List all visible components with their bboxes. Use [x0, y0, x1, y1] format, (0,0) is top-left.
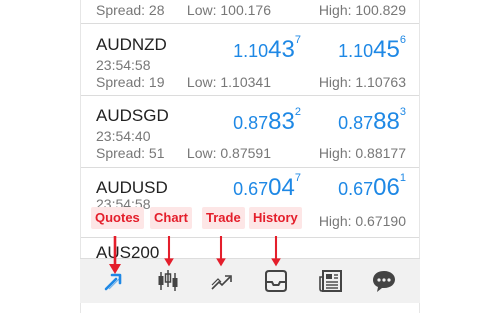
ask-price-pips: 88 — [373, 108, 400, 135]
ask-price-fraction: 1 — [399, 172, 406, 184]
bid-price-fraction: 2 — [294, 106, 301, 118]
bid-price-pips: 83 — [268, 108, 295, 135]
annotation-quotes-label: Quotes — [91, 207, 144, 229]
ask-price[interactable]: 0.87883 — [338, 106, 406, 136]
quote-high: High: 0.88177 — [318, 145, 406, 161]
ask-price-pips: 45 — [373, 36, 400, 63]
quote-spread: Spread: 28 — [96, 2, 165, 18]
quote-spread: Spread: 51 — [96, 145, 165, 161]
quote-spread: Spread: 19 — [96, 74, 165, 90]
quote-low: Low: 1.10341 — [186, 74, 271, 90]
annotation-arrow-quotes — [109, 236, 121, 274]
bid-price-prefix: 0.67 — [233, 179, 269, 199]
trade-icon[interactable] — [208, 267, 236, 295]
bid-price[interactable]: 0.87832 — [233, 106, 301, 136]
bid-price[interactable]: 1.10437 — [233, 34, 301, 64]
annotation-arrow-trade — [216, 236, 226, 267]
bid-price-prefix: 0.87 — [233, 113, 269, 133]
quote-high: High: 0.67190 — [318, 213, 406, 229]
ask-price-fraction: 3 — [399, 106, 406, 118]
ask-price[interactable]: 1.10456 — [338, 34, 406, 64]
bid-price[interactable]: 0.67047 — [233, 172, 301, 202]
bid-price-fraction: 7 — [294, 172, 301, 184]
quote-low: Low: 100.176 — [186, 2, 271, 18]
bid-price-pips: 04 — [268, 174, 295, 201]
history-icon[interactable] — [262, 267, 290, 295]
quote-low: Low: 0.87591 — [186, 145, 271, 161]
annotation-history-label: History — [249, 207, 302, 229]
quote-high: High: 1.10763 — [318, 74, 406, 90]
chat-icon[interactable] — [370, 267, 398, 295]
quote-row[interactable]: AUDSGD 23:54:40 Spread: 51 0.87832 0.878… — [81, 96, 419, 168]
bid-price-fraction: 7 — [294, 34, 301, 46]
news-icon[interactable] — [317, 267, 345, 295]
ask-price-prefix: 1.10 — [338, 41, 374, 61]
ask-price-prefix: 0.67 — [338, 179, 374, 199]
quote-high: High: 100.829 — [318, 2, 406, 18]
quote-row[interactable]: AUDNZD 23:54:58 Spread: 19 1.10437 1.104… — [81, 24, 419, 96]
bottom-nav-bar — [80, 258, 420, 303]
annotation-arrow-history — [271, 236, 281, 267]
quote-symbol: AUDSGD — [96, 106, 169, 125]
bid-price-pips: 43 — [268, 36, 295, 63]
ask-price-prefix: 0.87 — [338, 113, 374, 133]
quote-row[interactable]: Spread: 28 Low: 100.176 High: 100.829 — [81, 0, 419, 24]
quote-symbol: AUDUSD — [96, 178, 168, 197]
ask-price[interactable]: 0.67061 — [338, 172, 406, 202]
ask-price-pips: 06 — [373, 174, 400, 201]
annotation-trade-label: Trade — [202, 207, 245, 229]
annotation-chart-label: Chart — [150, 207, 192, 229]
bid-price-prefix: 1.10 — [233, 41, 269, 61]
screenshot-stage: Spread: 28 Low: 100.176 High: 100.829 AU… — [0, 0, 500, 313]
quote-time: 23:54:58 — [96, 57, 151, 73]
quote-symbol: AUDNZD — [96, 35, 167, 54]
chart-icon[interactable] — [154, 267, 182, 295]
quote-time: 23:54:40 — [96, 128, 151, 144]
annotation-arrow-chart — [164, 236, 174, 267]
ask-price-fraction: 6 — [399, 34, 406, 46]
